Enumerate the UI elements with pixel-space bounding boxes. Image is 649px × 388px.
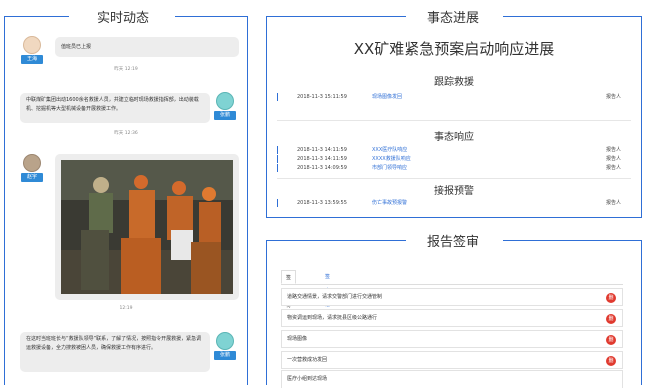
item-label: 医疗小组到达现场 [287,376,328,382]
list-item[interactable]: 医疗小组到达现场 [281,370,623,388]
row-time: 2018-11-3 14:11:59 [297,147,347,153]
avatar-icon [23,154,41,172]
section-title: 接报预警 [434,186,474,197]
timeline-marker [277,199,278,207]
name-tag: 张鹏 [214,351,236,360]
timeline-row: 2018-11-3 14:11:59 XXXX救援队响应 报告人 [277,155,631,163]
timestamp: 12:19 [119,306,133,311]
item-label: 道路交通情景，请求交警部门进行交通管制 [287,294,383,300]
page-title: XX矿难紧急预案启动响应进展 [353,40,555,58]
row-link[interactable]: XXX医疗队响应 [372,146,407,154]
panel-title: 报告签审 [417,231,490,250]
avatar-icon [216,92,234,110]
name-tag: 赵宇 [21,173,43,182]
row-time: 2018-11-3 14:09:59 [297,165,347,171]
tab-underline [281,284,623,285]
row-link[interactable]: 现场图像发回 [372,93,402,101]
title-line-right [503,16,642,17]
progress-panel: 事态进展 XX矿难紧急预案启动响应进展 跟踪救援 2018-11-3 15:11… [266,7,642,218]
timeline-row: 2018-11-3 13:59:55 伤亡事故预报警 报告人 [277,199,631,207]
row-link[interactable]: 市部门领导响应 [372,164,407,172]
title-line-left [266,16,406,17]
item-label: 一次营救成功发回 [287,357,328,363]
delete-badge-icon[interactable]: 删 [606,356,616,366]
row-time: 2018-11-3 13:59:55 [297,200,347,206]
row-person: 报告人 [605,165,621,171]
row-person: 报告人 [605,94,621,100]
row-link[interactable]: XXXX救援队响应 [372,155,411,163]
timeline-marker [277,164,278,172]
row-link[interactable]: 伤亡事故预报警 [372,199,407,207]
chat-message: 中联煤矿集团出动1600余名救援人员，共建立临时现场救援指挥部，出动装载机、挖掘… [20,93,210,123]
title-line-left [266,240,406,241]
name-tag: 王海 [21,55,43,64]
timeline-marker [277,155,278,163]
chat-message: 在这时当班班长与“救援队领导”联系，了解了情况，按照指令开展救援，紧急调运救援设… [20,332,210,372]
timestamp: 昨天 12:36 [114,131,138,136]
tab-pending[interactable]: 签审待办 [281,270,297,323]
timeline-row: 2018-11-3 14:11:59 XXX医疗队响应 报告人 [277,146,631,154]
delete-badge-icon[interactable]: 删 [606,335,616,345]
row-person: 报告人 [605,156,621,162]
list-item[interactable]: 物资调运到现场，请求抚县区级公路通行 删 [281,309,623,327]
timeline-row: 2018-11-3 14:09:59 市部门领导响应 报告人 [277,164,631,172]
timeline-marker [277,93,278,101]
title-line-right [503,240,642,241]
row-time: 2018-11-3 15:11:59 [297,94,347,100]
row-time: 2018-11-3 14:11:59 [297,156,347,162]
item-label: 现场图像 [287,336,308,342]
title-line-left [4,16,69,17]
chat-message: 值班员已上报 [55,37,239,57]
row-person: 报告人 [605,200,621,206]
delete-badge-icon[interactable]: 删 [606,293,616,303]
realtime-panel: 实时动态 王海 值班员已上报 昨天 12:19 中联煤矿集团出动1600余名救援… [4,7,248,385]
timeline-marker [277,146,278,154]
list-item[interactable]: 道路交通情景，请求交警部门进行交通管制 删 [281,288,623,306]
section-title: 跟踪救援 [434,77,474,88]
signoff-panel: 报告签审 签审待办 签审进度 道路交通情景，请求交警部门进行交通管制 删 物资调… [266,231,642,388]
row-person: 报告人 [605,147,621,153]
timeline-row: 2018-11-3 15:11:59 现场图像发回 报告人 [277,93,631,101]
photo-message [55,154,239,300]
divider [277,120,631,121]
avatar-icon [216,332,234,350]
tab-progress[interactable]: 签审进度 [321,270,334,322]
delete-badge-icon[interactable]: 删 [606,314,616,324]
list-item[interactable]: 一次营救成功发回 删 [281,351,623,369]
avatar-icon [23,36,41,54]
rescue-photo [61,160,233,294]
timestamp: 昨天 12:19 [114,67,138,72]
title-line-right [175,16,248,17]
name-tag: 张鹏 [214,111,236,120]
section-title: 事态响应 [434,132,474,143]
panel-title: 事态进展 [417,7,490,26]
panel-title: 实时动态 [87,7,160,26]
divider [277,178,631,179]
item-label: 物资调运到现场，请求抚县区级公路通行 [287,315,378,321]
list-item[interactable]: 现场图像 删 [281,330,623,348]
